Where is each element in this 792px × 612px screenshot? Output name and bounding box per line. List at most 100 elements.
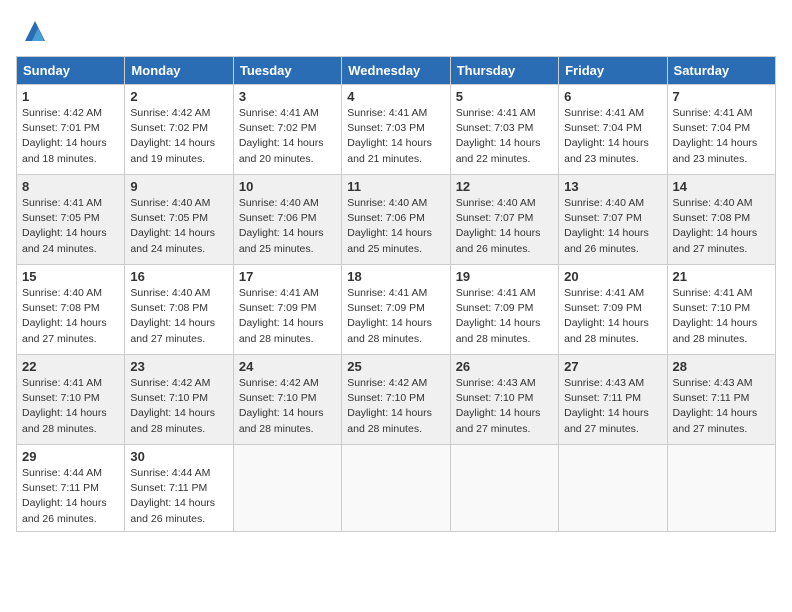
day-info: Sunrise: 4:40 AM Sunset: 7:06 PM Dayligh… <box>239 196 336 257</box>
day-number: 1 <box>22 89 119 104</box>
calendar-cell: 15 Sunrise: 4:40 AM Sunset: 7:08 PM Dayli… <box>17 265 125 355</box>
day-info: Sunrise: 4:41 AM Sunset: 7:09 PM Dayligh… <box>456 286 553 347</box>
calendar-cell: 6 Sunrise: 4:41 AM Sunset: 7:04 PM Daylig… <box>559 85 667 175</box>
calendar-cell: 12 Sunrise: 4:40 AM Sunset: 7:07 PM Dayli… <box>450 175 558 265</box>
calendar-cell <box>342 445 450 532</box>
calendar-header-wednesday: Wednesday <box>342 57 450 85</box>
day-info: Sunrise: 4:40 AM Sunset: 7:07 PM Dayligh… <box>564 196 661 257</box>
calendar-cell: 21 Sunrise: 4:41 AM Sunset: 7:10 PM Dayli… <box>667 265 775 355</box>
day-number: 13 <box>564 179 661 194</box>
day-number: 25 <box>347 359 444 374</box>
day-info: Sunrise: 4:41 AM Sunset: 7:05 PM Dayligh… <box>22 196 119 257</box>
calendar-cell <box>667 445 775 532</box>
calendar-cell: 3 Sunrise: 4:41 AM Sunset: 7:02 PM Daylig… <box>233 85 341 175</box>
day-info: Sunrise: 4:40 AM Sunset: 7:08 PM Dayligh… <box>22 286 119 347</box>
day-number: 3 <box>239 89 336 104</box>
calendar-cell: 10 Sunrise: 4:40 AM Sunset: 7:06 PM Dayli… <box>233 175 341 265</box>
day-info: Sunrise: 4:41 AM Sunset: 7:10 PM Dayligh… <box>673 286 770 347</box>
day-info: Sunrise: 4:41 AM Sunset: 7:09 PM Dayligh… <box>347 286 444 347</box>
day-number: 9 <box>130 179 227 194</box>
day-info: Sunrise: 4:44 AM Sunset: 7:11 PM Dayligh… <box>130 466 227 527</box>
calendar-cell: 16 Sunrise: 4:40 AM Sunset: 7:08 PM Dayli… <box>125 265 233 355</box>
calendar-cell: 28 Sunrise: 4:43 AM Sunset: 7:11 PM Dayli… <box>667 355 775 445</box>
calendar-cell: 11 Sunrise: 4:40 AM Sunset: 7:06 PM Dayli… <box>342 175 450 265</box>
day-info: Sunrise: 4:43 AM Sunset: 7:10 PM Dayligh… <box>456 376 553 437</box>
day-number: 19 <box>456 269 553 284</box>
day-number: 11 <box>347 179 444 194</box>
calendar-cell: 4 Sunrise: 4:41 AM Sunset: 7:03 PM Daylig… <box>342 85 450 175</box>
calendar-cell: 24 Sunrise: 4:42 AM Sunset: 7:10 PM Dayli… <box>233 355 341 445</box>
day-info: Sunrise: 4:40 AM Sunset: 7:06 PM Dayligh… <box>347 196 444 257</box>
day-info: Sunrise: 4:41 AM Sunset: 7:09 PM Dayligh… <box>564 286 661 347</box>
calendar-cell: 22Sunrise: 4:41 AM Sunset: 7:10 PM Dayli… <box>17 355 125 445</box>
calendar-header-friday: Friday <box>559 57 667 85</box>
calendar-cell: 19 Sunrise: 4:41 AM Sunset: 7:09 PM Dayli… <box>450 265 558 355</box>
day-info: Sunrise: 4:42 AM Sunset: 7:10 PM Dayligh… <box>130 376 227 437</box>
day-number: 6 <box>564 89 661 104</box>
day-info: Sunrise: 4:40 AM Sunset: 7:05 PM Dayligh… <box>130 196 227 257</box>
calendar-header-sunday: Sunday <box>17 57 125 85</box>
calendar-table: SundayMondayTuesdayWednesdayThursdayFrid… <box>16 56 776 532</box>
day-info: Sunrise: 4:43 AM Sunset: 7:11 PM Dayligh… <box>564 376 661 437</box>
day-number: 24 <box>239 359 336 374</box>
calendar-header-tuesday: Tuesday <box>233 57 341 85</box>
calendar-cell <box>450 445 558 532</box>
day-info: Sunrise: 4:42 AM Sunset: 7:10 PM Dayligh… <box>239 376 336 437</box>
calendar-cell: 8Sunrise: 4:41 AM Sunset: 7:05 PM Daylig… <box>17 175 125 265</box>
day-info: Sunrise: 4:43 AM Sunset: 7:11 PM Dayligh… <box>673 376 770 437</box>
calendar-cell: 7 Sunrise: 4:41 AM Sunset: 7:04 PM Daylig… <box>667 85 775 175</box>
day-number: 14 <box>673 179 770 194</box>
day-info: Sunrise: 4:42 AM Sunset: 7:02 PM Dayligh… <box>130 106 227 167</box>
calendar-cell: 25 Sunrise: 4:42 AM Sunset: 7:10 PM Dayli… <box>342 355 450 445</box>
calendar-header-thursday: Thursday <box>450 57 558 85</box>
day-number: 27 <box>564 359 661 374</box>
calendar-header-saturday: Saturday <box>667 57 775 85</box>
day-info: Sunrise: 4:41 AM Sunset: 7:02 PM Dayligh… <box>239 106 336 167</box>
calendar-cell <box>559 445 667 532</box>
day-number: 17 <box>239 269 336 284</box>
day-number: 4 <box>347 89 444 104</box>
day-info: Sunrise: 4:40 AM Sunset: 7:08 PM Dayligh… <box>673 196 770 257</box>
day-number: 21 <box>673 269 770 284</box>
day-number: 30 <box>130 449 227 464</box>
day-info: Sunrise: 4:42 AM Sunset: 7:01 PM Dayligh… <box>22 106 119 167</box>
day-number: 15 <box>22 269 119 284</box>
day-number: 28 <box>673 359 770 374</box>
day-info: Sunrise: 4:41 AM Sunset: 7:10 PM Dayligh… <box>22 376 119 437</box>
day-number: 23 <box>130 359 227 374</box>
calendar-cell: 18Sunrise: 4:41 AM Sunset: 7:09 PM Dayli… <box>342 265 450 355</box>
day-number: 16 <box>130 269 227 284</box>
day-info: Sunrise: 4:41 AM Sunset: 7:03 PM Dayligh… <box>347 106 444 167</box>
page-header <box>16 16 776 46</box>
day-info: Sunrise: 4:41 AM Sunset: 7:09 PM Dayligh… <box>239 286 336 347</box>
calendar-cell: 27 Sunrise: 4:43 AM Sunset: 7:11 PM Dayli… <box>559 355 667 445</box>
day-number: 5 <box>456 89 553 104</box>
day-number: 20 <box>564 269 661 284</box>
calendar-cell: 17 Sunrise: 4:41 AM Sunset: 7:09 PM Dayli… <box>233 265 341 355</box>
day-number: 26 <box>456 359 553 374</box>
calendar-cell: 2 Sunrise: 4:42 AM Sunset: 7:02 PM Daylig… <box>125 85 233 175</box>
calendar-cell: 26 Sunrise: 4:43 AM Sunset: 7:10 PM Dayli… <box>450 355 558 445</box>
calendar-cell: 14 Sunrise: 4:40 AM Sunset: 7:08 PM Dayli… <box>667 175 775 265</box>
calendar-header-monday: Monday <box>125 57 233 85</box>
day-number: 29 <box>22 449 119 464</box>
day-info: Sunrise: 4:40 AM Sunset: 7:08 PM Dayligh… <box>130 286 227 347</box>
calendar-cell: 13 Sunrise: 4:40 AM Sunset: 7:07 PM Dayli… <box>559 175 667 265</box>
logo-icon <box>20 16 50 46</box>
day-number: 2 <box>130 89 227 104</box>
day-info: Sunrise: 4:41 AM Sunset: 7:04 PM Dayligh… <box>564 106 661 167</box>
calendar-cell: 1 Sunrise: 4:42 AM Sunset: 7:01 PM Daylig… <box>17 85 125 175</box>
logo <box>16 16 50 46</box>
day-info: Sunrise: 4:40 AM Sunset: 7:07 PM Dayligh… <box>456 196 553 257</box>
calendar-cell: 9 Sunrise: 4:40 AM Sunset: 7:05 PM Daylig… <box>125 175 233 265</box>
calendar-header-row: SundayMondayTuesdayWednesdayThursdayFrid… <box>17 57 776 85</box>
day-number: 7 <box>673 89 770 104</box>
day-info: Sunrise: 4:41 AM Sunset: 7:04 PM Dayligh… <box>673 106 770 167</box>
calendar-cell: 23 Sunrise: 4:42 AM Sunset: 7:10 PM Dayli… <box>125 355 233 445</box>
calendar-cell: 30 Sunrise: 4:44 AM Sunset: 7:11 PM Dayli… <box>125 445 233 532</box>
day-info: Sunrise: 4:42 AM Sunset: 7:10 PM Dayligh… <box>347 376 444 437</box>
day-number: 12 <box>456 179 553 194</box>
calendar-cell: 20 Sunrise: 4:41 AM Sunset: 7:09 PM Dayli… <box>559 265 667 355</box>
day-number: 10 <box>239 179 336 194</box>
day-info: Sunrise: 4:41 AM Sunset: 7:03 PM Dayligh… <box>456 106 553 167</box>
